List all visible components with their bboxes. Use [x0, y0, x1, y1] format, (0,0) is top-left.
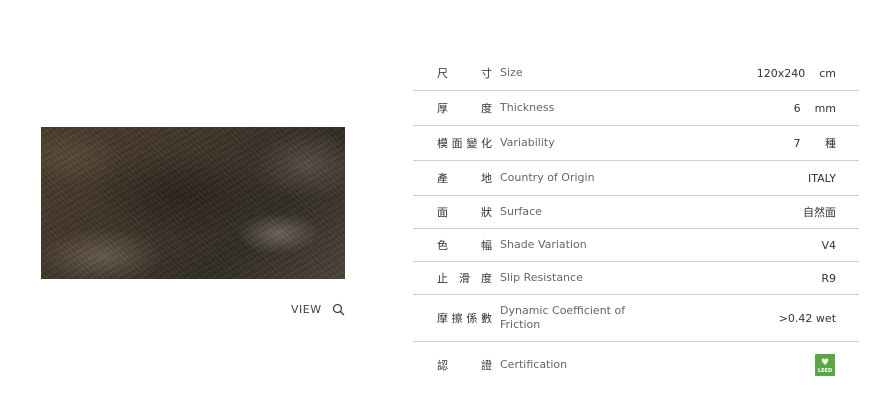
spec-value: ♥ LEED	[815, 328, 859, 402]
spec-row-surface: 面狀 Surface 自然面	[413, 196, 859, 229]
spec-label-en: Slip Resistance	[500, 271, 583, 284]
spec-label-zh: 摩擦係數	[437, 312, 492, 325]
spec-value: 6 mm	[793, 101, 836, 115]
spec-row-certification: 認證 Certification ♥ LEED	[413, 342, 859, 388]
spec-row-slip: 止滑度 Slip Resistance R9	[413, 262, 859, 295]
spec-value: 自然面	[803, 206, 836, 219]
product-tile-image[interactable]	[41, 127, 345, 279]
view-button[interactable]: VIEW	[291, 301, 345, 317]
spec-label-zh: 認證	[437, 359, 492, 372]
spec-label-en: Country of Origin	[500, 171, 595, 184]
spec-table: 尺寸 Size 120x240 cm 厚度 Thickness 6 mm 模面變…	[413, 56, 859, 388]
spec-row-friction: 摩擦係數 Dynamic Coefficient of Friction >0.…	[413, 295, 859, 342]
spec-label-zh: 尺寸	[437, 67, 492, 80]
spec-row-size: 尺寸 Size 120x240 cm	[413, 56, 859, 91]
spec-row-origin: 產地 Country of Origin ITALY	[413, 161, 859, 196]
spec-row-variability: 模面變化 Variability 7 種	[413, 126, 859, 161]
spec-label-zh: 厚度	[437, 102, 492, 115]
view-label: VIEW	[291, 302, 322, 316]
spec-label-en: Thickness	[500, 101, 555, 114]
spec-label-en: Size	[500, 66, 523, 79]
spec-label-zh: 面狀	[437, 206, 492, 219]
spec-label-zh: 模面變化	[437, 137, 492, 150]
leed-certification-icon: ♥ LEED	[815, 354, 836, 376]
spec-label-en: Certification	[500, 358, 568, 371]
spec-label-en: Shade Variation	[500, 238, 587, 251]
spec-label-zh: 色幅	[437, 239, 492, 252]
spec-value: >0.42 wet	[778, 311, 837, 325]
spec-label-en: Dynamic Coefficient of Friction	[500, 304, 626, 331]
spec-row-shade: 色幅 Shade Variation V4	[413, 229, 859, 262]
spec-label-zh: 止滑度	[437, 272, 492, 285]
spec-label-en: Surface	[500, 205, 542, 218]
spec-label-zh: 產地	[437, 172, 492, 185]
spec-label-en: Variability	[500, 136, 555, 149]
search-icon	[332, 303, 345, 315]
spec-value: R9	[821, 271, 836, 285]
spec-row-thickness: 厚度 Thickness 6 mm	[413, 91, 859, 126]
spec-value: 120x240 cm	[756, 66, 836, 80]
spec-value: 7 種	[793, 137, 836, 150]
spec-value: V4	[821, 238, 836, 252]
spec-value: ITALY	[807, 171, 836, 185]
